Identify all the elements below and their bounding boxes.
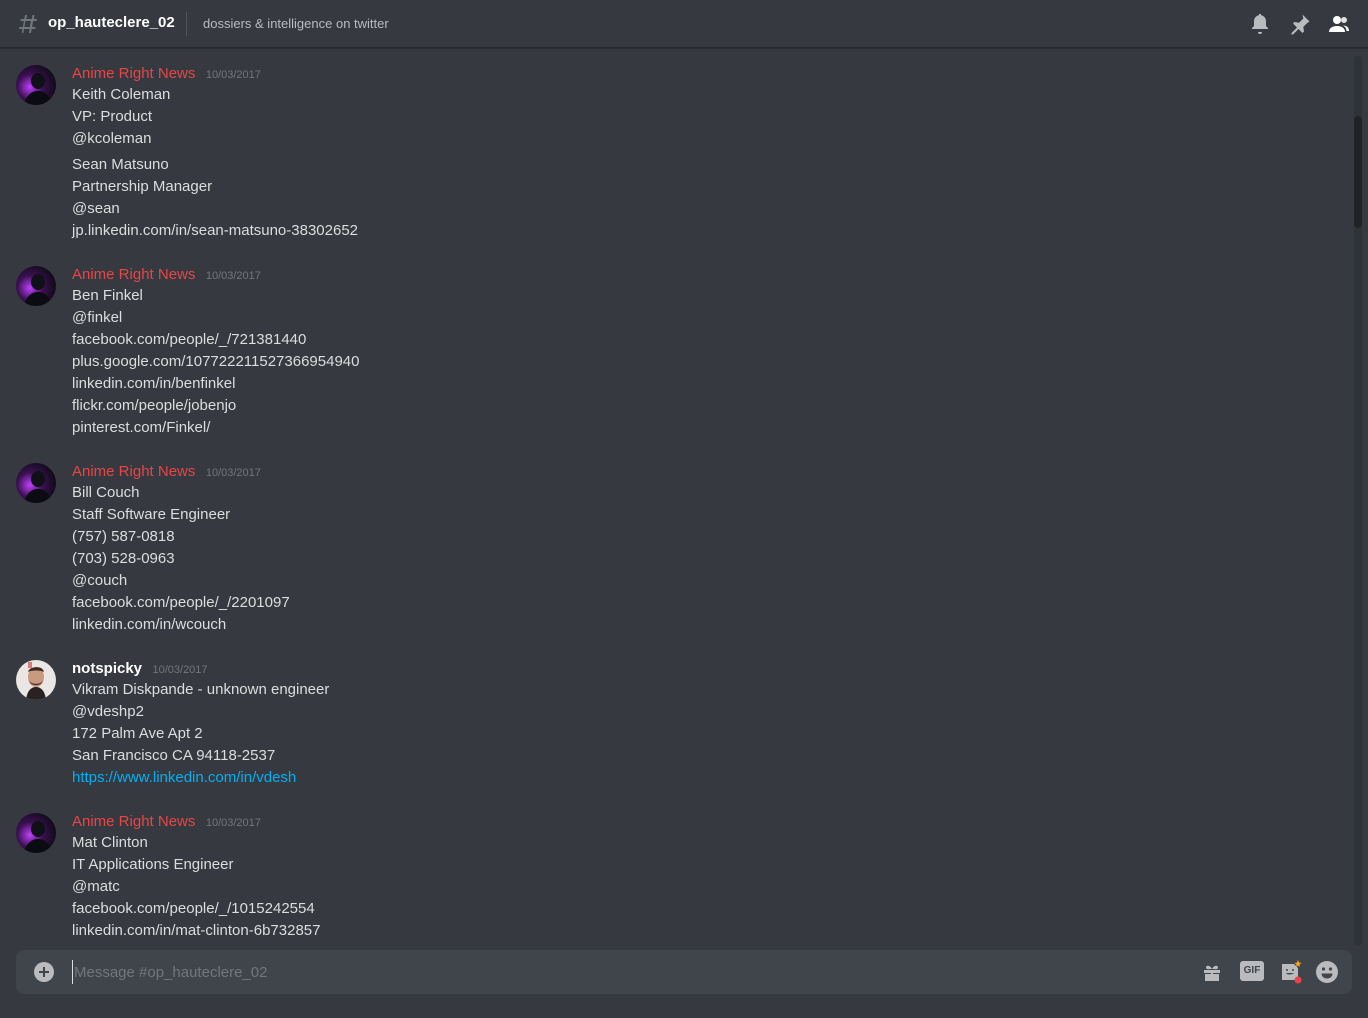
- message-line: facebook.com/people/_/2201097: [72, 594, 290, 611]
- channel-name: op_hauteclere_02: [48, 14, 175, 31]
- avatar[interactable]: [16, 463, 56, 503]
- message-line: (703) 528-0963: [72, 550, 175, 567]
- username[interactable]: notspicky: [72, 660, 142, 677]
- timestamp: 10/03/2017: [152, 664, 208, 676]
- message-line: @couch: [72, 572, 128, 589]
- avatar[interactable]: [16, 266, 56, 306]
- message-line: facebook.com/people/_/721381440: [72, 331, 307, 348]
- message-line: @finkel: [72, 309, 123, 326]
- message-line: (757) 587-0818: [72, 528, 175, 545]
- message-line: linkedin.com/in/wcouch: [72, 616, 227, 633]
- channel-header: op_hauteclere_02 dossiers & intelligence…: [0, 0, 1368, 48]
- members-icon[interactable]: [1327, 12, 1351, 36]
- message-line: @matc: [72, 878, 120, 895]
- message-line: Partnership Manager: [72, 178, 213, 195]
- hash-icon: [19, 15, 37, 33]
- message-line: jp.linkedin.com/in/sean-matsuno-38302652: [72, 222, 359, 239]
- timestamp: 10/03/2017: [205, 69, 261, 81]
- message-line: Mat Clinton: [72, 834, 148, 851]
- message-line: Vikram Diskpande - unknown engineer: [72, 681, 330, 698]
- message-line: pinterest.com/Finkel/: [72, 419, 211, 436]
- message-line: linkedin.com/in/mat-clinton-6b732857: [72, 922, 321, 939]
- upload-plus-icon[interactable]: [32, 960, 56, 984]
- username[interactable]: Anime Right News: [72, 813, 195, 830]
- timestamp: 10/03/2017: [205, 467, 261, 479]
- message-line: Keith Coleman: [72, 86, 171, 103]
- username[interactable]: Anime Right News: [72, 65, 195, 82]
- message-line: IT Applications Engineer: [72, 856, 234, 873]
- message-composer: GIF: [16, 950, 1352, 994]
- message-line: linkedin.com/in/benfinkel: [72, 375, 236, 392]
- message-line: VP: Product: [72, 108, 153, 125]
- message-line: Ben Finkel: [72, 287, 143, 304]
- emoji-icon[interactable]: [1315, 960, 1339, 984]
- message-line: facebook.com/people/_/1015242554: [72, 900, 315, 917]
- username[interactable]: Anime Right News: [72, 463, 195, 480]
- pin-icon[interactable]: [1288, 12, 1312, 36]
- sticker-icon[interactable]: [1278, 960, 1302, 984]
- message-input[interactable]: [72, 960, 1172, 984]
- message-line: @vdeshp2: [72, 703, 144, 720]
- message-line: Staff Software Engineer: [72, 506, 231, 523]
- message-line: plus.google.com/107722211527366954940: [72, 353, 360, 370]
- header-divider: [186, 12, 187, 36]
- message-line: Sean Matsuno: [72, 156, 169, 173]
- message-line: @sean: [72, 200, 120, 217]
- username[interactable]: Anime Right News: [72, 266, 195, 283]
- avatar[interactable]: [16, 660, 56, 700]
- avatar[interactable]: [16, 65, 56, 105]
- message-line: Bill Couch: [72, 484, 140, 501]
- channel-topic: dossiers & intelligence on twitter: [203, 16, 389, 31]
- timestamp: 10/03/2017: [205, 270, 261, 282]
- message-line: @kcoleman: [72, 130, 152, 147]
- message-line: 172 Palm Ave Apt 2: [72, 725, 203, 742]
- timestamp: 10/03/2017: [205, 817, 261, 829]
- message-line: flickr.com/people/jobenjo: [72, 397, 237, 414]
- message-line: San Francisco CA 94118-2537: [72, 747, 276, 764]
- message-list: Anime Right News 10/03/2017 Keith Colema…: [0, 49, 1352, 946]
- gift-icon[interactable]: [1200, 960, 1224, 984]
- gif-icon[interactable]: GIF: [1240, 961, 1264, 981]
- avatar[interactable]: [16, 813, 56, 853]
- bell-icon[interactable]: [1248, 12, 1272, 36]
- scrollbar-thumb[interactable]: [1354, 116, 1362, 228]
- message-link[interactable]: https://www.linkedin.com/in/vdesh: [72, 767, 296, 789]
